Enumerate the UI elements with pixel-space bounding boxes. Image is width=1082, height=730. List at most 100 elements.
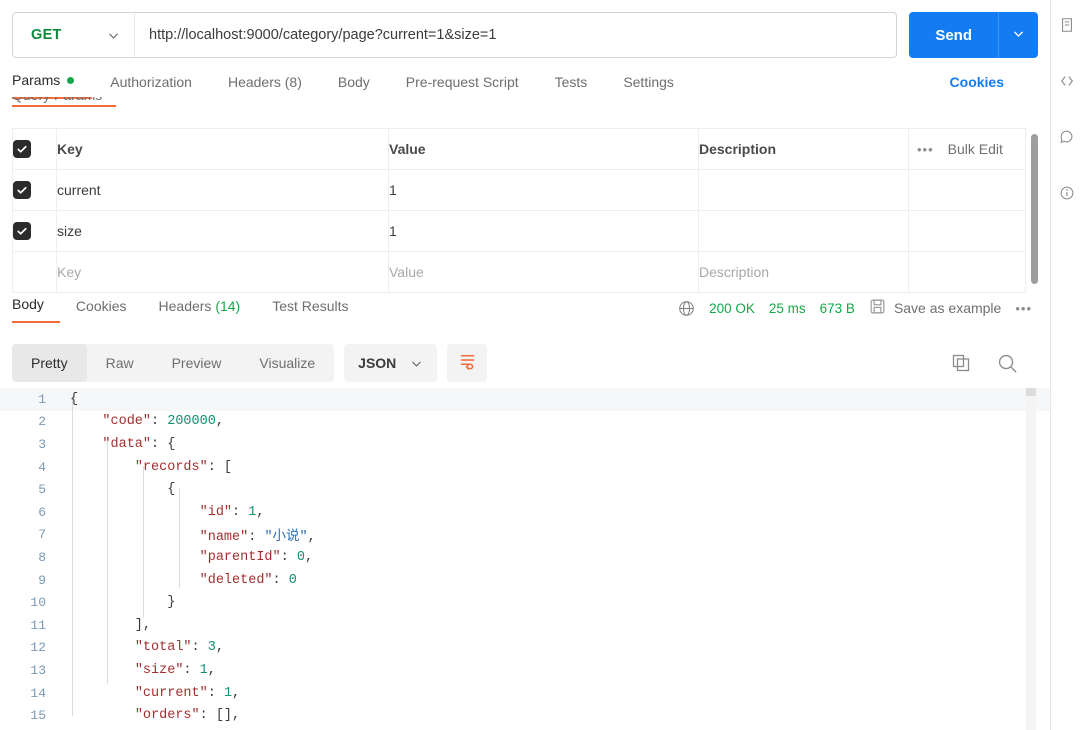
new-param-value-input[interactable]: Value xyxy=(388,251,699,293)
column-header-value: Value xyxy=(388,128,699,170)
table-row-empty: Key Value Description xyxy=(12,251,1026,293)
checkbox-checked-icon[interactable] xyxy=(13,140,31,158)
save-icon xyxy=(869,298,886,318)
response-tab-test-results[interactable]: Test Results xyxy=(256,298,364,323)
response-bar: Body Cookies Headers (14) Test Results 2… xyxy=(0,296,1050,334)
code-scrollbar-thumb[interactable] xyxy=(1026,388,1036,396)
code-line: 14 "current": 1, xyxy=(0,682,1050,705)
response-meta: 200 OK 25 ms 673 B Save as example ••• xyxy=(678,296,1038,318)
code-line-text: "name": "小说", xyxy=(199,530,316,546)
save-as-example-button[interactable]: Save as example xyxy=(869,298,1001,318)
globe-icon xyxy=(678,300,695,317)
table-row: size 1 xyxy=(12,210,1026,252)
request-tabs: Params Authorization Headers (8) Body Pr… xyxy=(0,58,1050,99)
line-number: 7 xyxy=(38,527,46,543)
params-table: Key Value Description ••• Bulk Edit curr… xyxy=(12,128,1026,293)
status-code: 200 OK xyxy=(709,300,755,316)
tab-body[interactable]: Body xyxy=(320,74,388,99)
query-params-caption: Query Params xyxy=(12,97,162,110)
param-key-input[interactable]: current xyxy=(56,169,389,211)
response-size: 673 B xyxy=(819,300,855,316)
line-number: 3 xyxy=(38,436,46,452)
select-all-checkbox-cell xyxy=(12,128,57,170)
line-number: 11 xyxy=(30,617,46,633)
wrap-lines-icon xyxy=(458,351,477,375)
format-selector[interactable]: JSON xyxy=(344,344,438,382)
tab-settings[interactable]: Settings xyxy=(605,74,692,99)
param-key-input[interactable]: size xyxy=(56,210,389,252)
main-area: GET http://localhost:9000/category/page?… xyxy=(0,0,1050,730)
code-line: 8 "parentId": 0, xyxy=(0,546,1050,569)
cookies-link[interactable]: Cookies xyxy=(950,74,1038,99)
comments-icon[interactable] xyxy=(1058,128,1076,146)
query-params-caption-text: Query Params xyxy=(12,97,102,103)
params-scrollbar[interactable] xyxy=(1031,134,1038,284)
url-input[interactable]: http://localhost:9000/category/page?curr… xyxy=(135,27,896,43)
tab-params[interactable]: Params xyxy=(12,72,93,99)
code-line: 1{ xyxy=(0,388,1050,411)
param-description-input[interactable] xyxy=(698,169,909,211)
new-param-description-input[interactable]: Description xyxy=(698,251,909,293)
code-line-text: "parentId": 0, xyxy=(199,549,314,565)
response-body-code[interactable]: 1{ 2 "code": 200000, 3 "data": { 4 "records… xyxy=(0,388,1050,730)
tab-headers[interactable]: Headers (8) xyxy=(210,74,320,99)
line-number: 12 xyxy=(30,640,46,656)
code-line-text: "records": [ xyxy=(134,459,233,475)
code-line: 11 ], xyxy=(0,614,1050,637)
url-input-group: GET http://localhost:9000/category/page?… xyxy=(12,12,898,58)
documentation-icon[interactable] xyxy=(1058,16,1076,34)
bulk-edit-button[interactable]: Bulk Edit xyxy=(948,141,1003,157)
table-actions-cell: ••• Bulk Edit xyxy=(908,128,1026,170)
method-selector[interactable]: GET xyxy=(13,13,135,57)
response-tab-headers[interactable]: Headers (14) xyxy=(143,298,257,323)
code-line: 12 "total": 3, xyxy=(0,637,1050,660)
checkbox-checked-icon[interactable] xyxy=(13,222,31,240)
line-number: 15 xyxy=(30,708,46,724)
tab-authorization[interactable]: Authorization xyxy=(92,74,210,99)
code-line-text: "code": 200000, xyxy=(102,414,224,430)
param-value-input[interactable]: 1 xyxy=(388,169,699,211)
code-line-text: "id": 1, xyxy=(199,504,265,520)
send-button[interactable]: Send xyxy=(909,12,998,58)
code-line-text: "data": { xyxy=(102,436,176,452)
wrap-lines-button[interactable] xyxy=(447,344,488,382)
search-icon[interactable] xyxy=(997,353,1018,374)
row-actions-cell xyxy=(908,169,1026,211)
new-param-key-input[interactable]: Key xyxy=(56,251,389,293)
param-value-input[interactable]: 1 xyxy=(388,210,699,252)
param-description-input[interactable] xyxy=(698,210,909,252)
code-line-text: "current": 1, xyxy=(134,685,241,701)
row-actions-cell xyxy=(908,210,1026,252)
code-line: 7 "name": "小说", xyxy=(0,524,1050,547)
view-preview[interactable]: Preview xyxy=(153,344,241,382)
params-table-wrapper: Key Value Description ••• Bulk Edit curr… xyxy=(12,128,1038,293)
response-tab-body[interactable]: Body xyxy=(12,296,60,323)
line-number: 10 xyxy=(30,595,46,611)
code-line: 9 "deleted": 0 xyxy=(0,569,1050,592)
send-options-button[interactable] xyxy=(998,12,1038,58)
line-number: 13 xyxy=(30,662,46,678)
chevron-down-icon xyxy=(1012,27,1025,43)
code-scrollbar-track[interactable] xyxy=(1026,388,1036,730)
code-snippet-icon[interactable] xyxy=(1058,72,1076,90)
send-button-group: Send xyxy=(909,12,1038,58)
response-tabs: Body Cookies Headers (14) Test Results xyxy=(12,296,364,323)
code-lines: 1{ 2 "code": 200000, 3 "data": { 4 "records… xyxy=(0,388,1050,727)
info-icon[interactable] xyxy=(1058,184,1076,202)
table-header-row: Key Value Description ••• Bulk Edit xyxy=(12,128,1026,170)
view-visualize[interactable]: Visualize xyxy=(240,344,334,382)
view-pretty[interactable]: Pretty xyxy=(12,344,87,382)
view-raw[interactable]: Raw xyxy=(87,344,153,382)
tab-pre-request-script[interactable]: Pre-request Script xyxy=(388,74,537,99)
save-as-example-label: Save as example xyxy=(893,300,1002,316)
code-line-text: } xyxy=(70,595,176,611)
more-options-icon[interactable]: ••• xyxy=(917,142,934,157)
line-number: 2 xyxy=(38,414,46,430)
line-number: 4 xyxy=(38,459,46,475)
tab-tests[interactable]: Tests xyxy=(537,74,606,99)
response-more-options-icon[interactable]: ••• xyxy=(1015,301,1032,316)
line-number: 1 xyxy=(38,391,46,407)
copy-icon[interactable] xyxy=(951,353,971,373)
response-tab-cookies[interactable]: Cookies xyxy=(60,298,143,323)
checkbox-checked-icon[interactable] xyxy=(13,181,31,199)
